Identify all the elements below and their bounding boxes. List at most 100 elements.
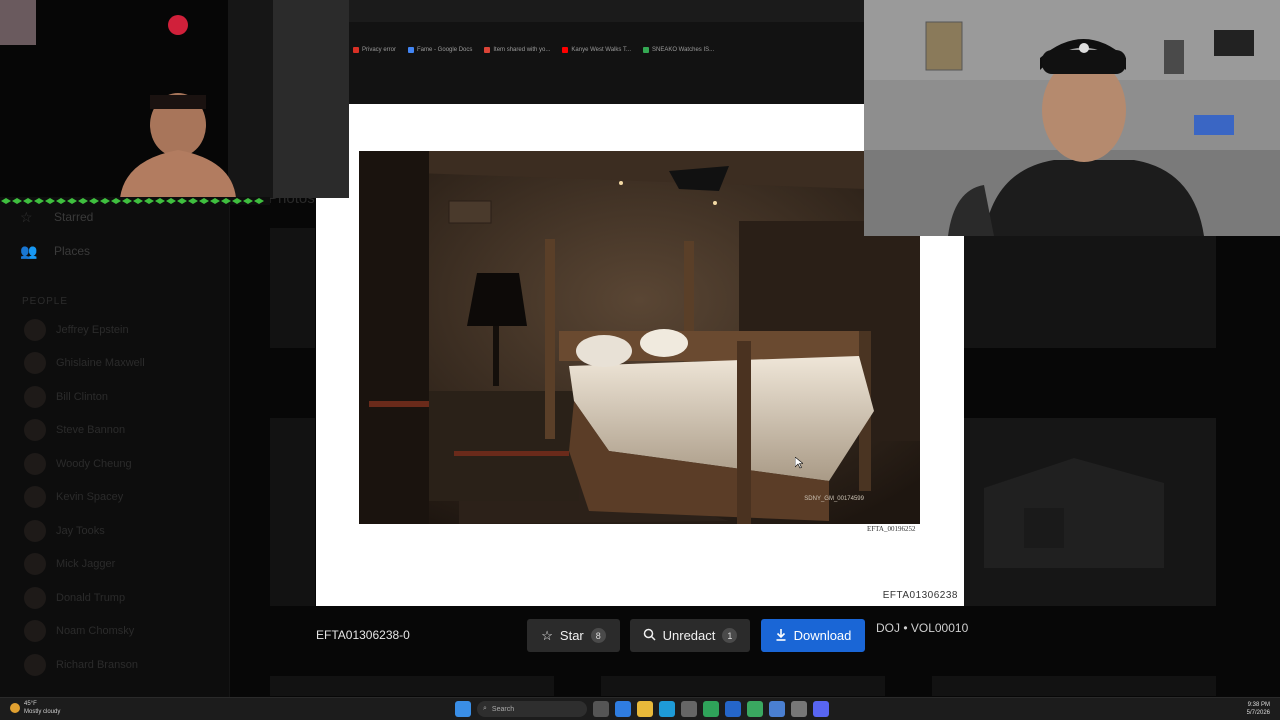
bookmark-item[interactable]: Kanye West Walks T... [562, 47, 631, 53]
bookmark-favicon-icon [408, 47, 415, 53]
bookmark-item[interactable]: Item shared with yo... [484, 47, 550, 53]
file-explorer-icon[interactable] [637, 701, 653, 717]
person-name: Jeffrey Epstein [56, 323, 129, 336]
person-item[interactable]: Kevin Spacey [0, 481, 229, 515]
copilot-icon[interactable] [615, 701, 631, 717]
edge-icon[interactable] [659, 701, 675, 717]
avatar [24, 653, 46, 676]
photo-tile[interactable] [964, 418, 1216, 606]
bedroom-photo [359, 151, 920, 524]
avatar [24, 352, 46, 375]
bookmark-item[interactable]: SNEAKO Watches IS... [642, 47, 715, 53]
weather-desc: Mostly cloudy [24, 709, 61, 715]
avatar [24, 452, 46, 475]
source-label: DOJ • VOL00010 [876, 621, 969, 635]
magnifier-icon [643, 628, 656, 644]
avatar [24, 519, 46, 542]
person-name: Steve Bannon [56, 424, 126, 437]
star-button[interactable]: ☆ Star 8 [527, 619, 620, 652]
person-name: Ghislaine Maxwell [56, 357, 145, 370]
sidebar: ☆ Starred 👥 Places PEOPLE Jeffrey Epstei… [0, 200, 230, 700]
person-name: Donald Trump [56, 591, 126, 604]
bookmark-favicon-icon [484, 47, 491, 53]
bookmark-label: SNEAKO Watches IS... [651, 47, 715, 53]
discord-icon[interactable] [813, 701, 829, 717]
bookmark-label: Fame - Google Docs [417, 47, 473, 53]
person-item[interactable]: Steve Bannon [0, 414, 229, 448]
webcam-left-feed [0, 0, 349, 198]
search-placeholder: Search [491, 705, 515, 713]
person-item[interactable]: Bill Clinton [0, 380, 229, 414]
photo-tile[interactable] [270, 418, 315, 606]
weather-icon [10, 703, 20, 713]
person-item[interactable]: Donald Trump [0, 581, 229, 615]
person-item[interactable]: Woody Cheung [0, 447, 229, 481]
avatar [24, 586, 46, 609]
photo-tile[interactable] [932, 676, 1216, 696]
sidebar-item-starred[interactable]: ☆ Starred [0, 200, 229, 234]
app-icon[interactable] [769, 701, 785, 717]
avatar [24, 553, 46, 576]
people-list: Jeffrey Epstein Ghislaine Maxwell Bill Cli… [0, 313, 229, 682]
sidebar-item-label: Places [54, 244, 91, 258]
search-icon: ⌕ [483, 705, 487, 712]
webcam-right [864, 0, 1280, 236]
download-icon [775, 628, 787, 644]
weather-widget[interactable]: 45°F Mostly cloudy [10, 700, 60, 716]
start-icon[interactable] [455, 701, 471, 717]
person-item[interactable]: Noam Chomsky [0, 615, 229, 649]
bookmark-favicon-icon [353, 47, 359, 53]
app-icon[interactable] [725, 701, 741, 717]
tile-thumbnail [964, 418, 1216, 606]
person-item[interactable]: Richard Branson [0, 648, 229, 682]
chrome-icon[interactable] [703, 701, 719, 717]
webcam-right-feed [864, 0, 1280, 236]
overlay-border-strip [0, 197, 270, 205]
bookmark-item[interactable]: Fame - Google Docs [408, 47, 472, 53]
unredact-button[interactable]: Unredact 1 [630, 619, 750, 652]
person-item[interactable]: Jay Tooks [0, 514, 229, 548]
sidebar-item-places[interactable]: 👥 Places [0, 234, 229, 268]
star-icon: ☆ [20, 209, 33, 225]
weather-temp: 45°F [24, 701, 37, 707]
xbox-icon[interactable] [747, 701, 763, 717]
bookmark-label: Item shared with yo... [493, 47, 551, 53]
star-label: Star [559, 628, 584, 643]
person-item[interactable]: Mick Jagger [0, 548, 229, 582]
sidebar-item-label: Starred [54, 210, 94, 224]
taskbar-search[interactable]: ⌕ Search [477, 701, 587, 717]
task-view-icon[interactable] [593, 701, 609, 717]
clock-date: 5/7/2026 [1246, 710, 1270, 716]
star-icon: ☆ [541, 627, 553, 643]
screen: ☆ Starred 👥 Places PEOPLE Jeffrey Epstei… [0, 0, 1280, 720]
obs-icon[interactable] [791, 701, 807, 717]
avatar [24, 385, 46, 408]
person-item[interactable]: Ghislaine Maxwell [0, 347, 229, 381]
photo-tile[interactable] [964, 236, 1216, 348]
clock-time: 9:38 PM [1247, 702, 1270, 708]
person-name: Noam Chomsky [56, 625, 135, 638]
bookmark-label: Kanye West Walks T... [571, 47, 631, 53]
bookmark-item[interactable]: Privacy error [353, 47, 396, 53]
webcam-left [0, 0, 349, 198]
tab-bar [349, 0, 864, 22]
photo-tile[interactable] [270, 676, 554, 696]
photo-tile[interactable] [601, 676, 885, 696]
browser-chrome: Privacy error Fame - Google Docs Item shar… [349, 0, 864, 104]
star-count-badge: 8 [590, 628, 606, 643]
person-item[interactable]: Jeffrey Epstein [0, 313, 229, 347]
taskbar-icons: ⌕ Search [455, 701, 829, 717]
taskbar: 45°F Mostly cloudy ⌕ Search 9:38 PM 5/7/… [0, 697, 1280, 720]
mouse-cursor-icon [795, 457, 803, 469]
person-name: Bill Clinton [56, 390, 108, 403]
document-title: EFTA01306238-0 [316, 628, 410, 642]
download-button[interactable]: Download [761, 619, 865, 652]
avatar [24, 419, 46, 442]
store-icon[interactable] [681, 701, 697, 717]
unredact-count-badge: 1 [722, 628, 738, 643]
system-clock[interactable]: 9:38 PM 5/7/2026 [1247, 701, 1270, 717]
person-name: Mick Jagger [56, 558, 116, 571]
page-id: EFTA_00196252 [867, 525, 916, 533]
photo-tile[interactable] [270, 228, 315, 348]
people-heading: PEOPLE [22, 296, 69, 307]
